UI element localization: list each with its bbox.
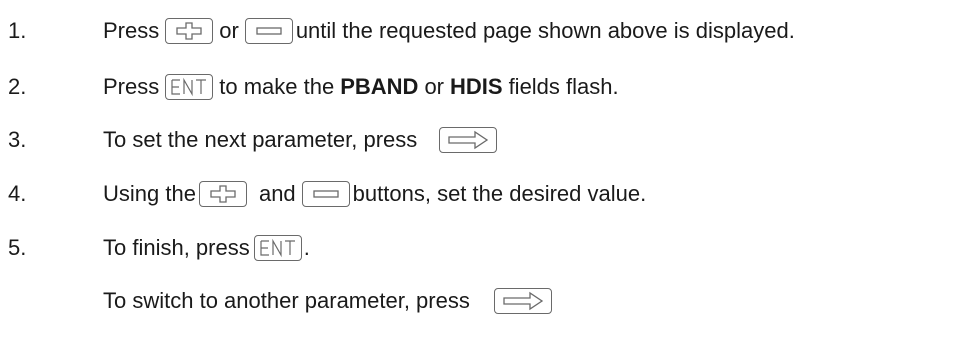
right-arrow-key-icon (439, 127, 498, 153)
step-text: Using the (103, 181, 196, 206)
step-text: to make the (219, 74, 335, 99)
enter-key-icon (165, 74, 214, 100)
step-text: To switch to another parameter, press (103, 288, 470, 313)
plus-key-icon (165, 18, 214, 44)
step-text: Press (103, 74, 160, 99)
plus-key-icon (198, 181, 247, 207)
step-number: 2. (8, 74, 27, 99)
step-content: Using the and buttons, set the desired v… (103, 181, 646, 207)
minus-key-icon (244, 18, 293, 44)
step-content: To switch to another parameter, press (103, 288, 552, 314)
enter-key-icon (253, 235, 302, 261)
step-number: 4. (8, 181, 27, 206)
step-text: To finish, press (103, 235, 250, 260)
step-text: and (258, 181, 296, 206)
step-text: or (219, 18, 239, 43)
step-text: To set the next parameter, press (103, 127, 418, 152)
minus-key-icon (301, 181, 350, 207)
field-name-pband: PBAND (340, 74, 419, 99)
step-content: To finish, press . (103, 235, 310, 261)
step-text: . (303, 235, 310, 260)
step-content: Press or until the requested page shown … (103, 18, 795, 44)
field-name-hdis: HDIS (450, 74, 503, 99)
step-text: until the requested page shown above is … (295, 18, 795, 43)
step-text: fields flash. (508, 74, 619, 99)
step-text: or (424, 74, 444, 99)
step-content: Press to make the PBAND or HDIS fields f… (103, 74, 619, 100)
step-text: buttons, set the desired value. (352, 181, 647, 206)
right-arrow-key-icon (493, 288, 552, 314)
step-text: Press (103, 18, 160, 43)
step-content: To set the next parameter, press (103, 127, 498, 153)
step-number: 1. (8, 18, 27, 43)
step-number: 5. (8, 235, 27, 260)
step-number: 3. (8, 127, 27, 152)
